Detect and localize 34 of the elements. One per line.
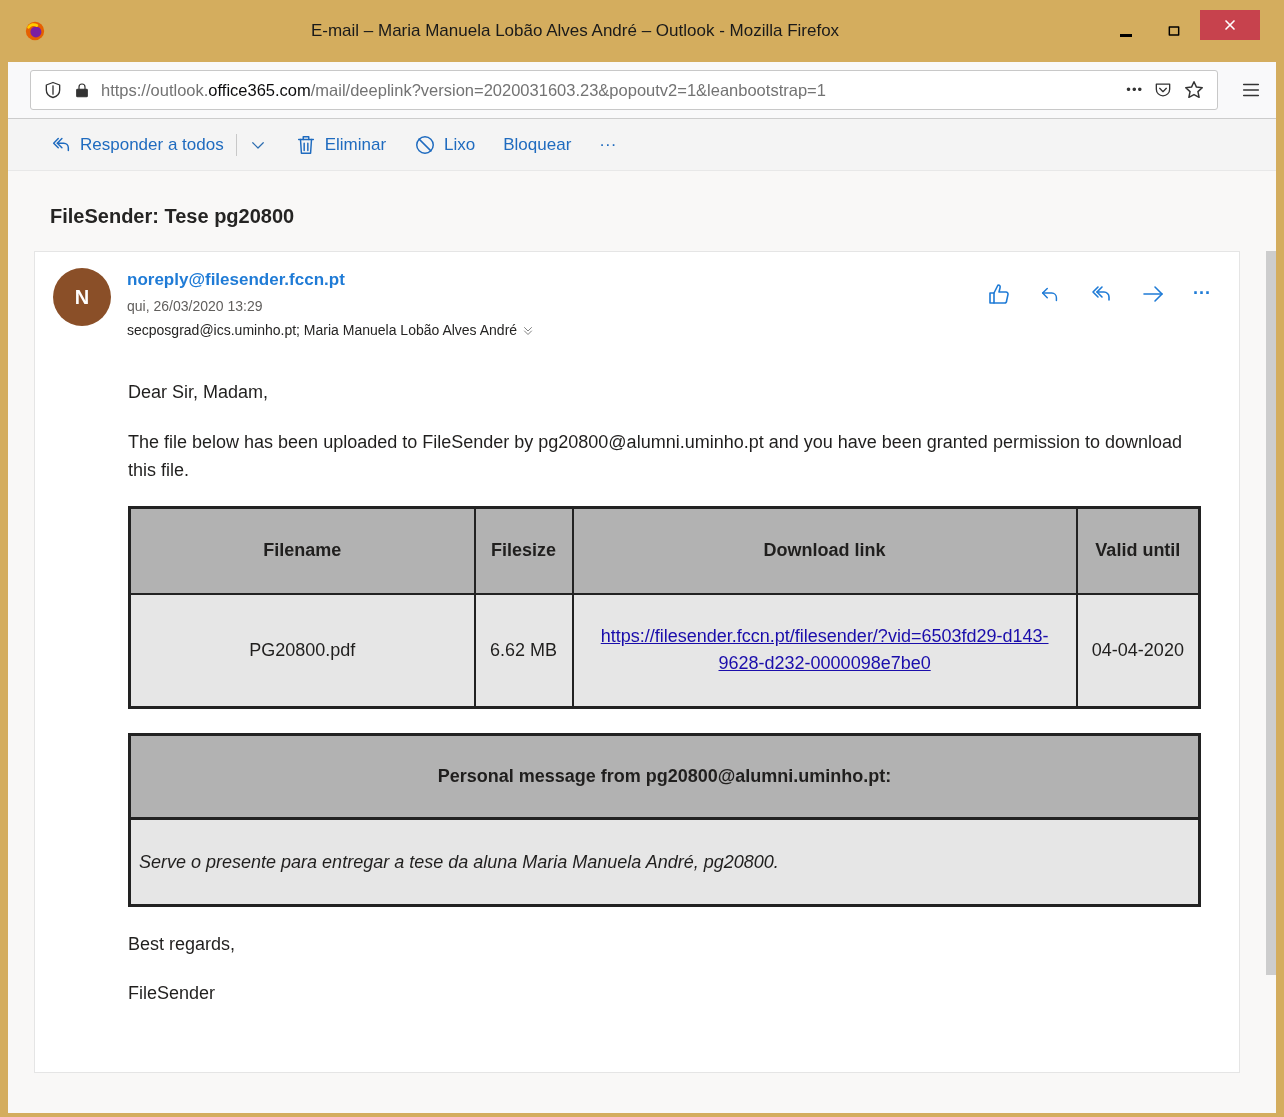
email-subject: FileSender: Tese pg20800 [49,204,296,229]
personal-message-text: Serve o presente para entregar a tese da aluna Maria Manuela André, pg20800. [131,820,1198,904]
closing-text: Best regards, [128,933,237,956]
column-header: Download link [572,507,1077,594]
column-header: Filesize [474,507,573,594]
lock-icon [73,81,91,99]
recipients: secposgrad@ics.uminho.pt; Maria Manuela Lobão Alves André [127,321,518,340]
greeting-text: Dear Sir, Madam, [128,381,270,404]
more-button[interactable]: ··· [1193,280,1211,307]
toolbar-button[interactable]: Lixo [414,131,476,158]
shield-icon [43,80,63,100]
more-button[interactable]: ··· [599,131,617,158]
personal-message-heading: Personal message from pg20800@alumni.uminho.pt: [131,736,1198,820]
sender-avatar: N [53,268,111,326]
address-bar[interactable]: https://outlook.office365.com/mail/deeplink?version=2020031603.23&popoutv2=1&leanbootstrap=1 ••• [30,70,1218,110]
close-icon [1222,17,1238,33]
star-icon[interactable] [1183,79,1205,101]
minimize-icon [1120,33,1132,37]
message-date: qui, 26/03/2020 13:29 [127,297,264,316]
firefox-icon [24,20,46,42]
column-header: Filename [129,507,475,594]
window-title: E-mail – Maria Manuela Lobão Alves André – Outlook - Mozilla Firefox [309,20,841,43]
toolbar-button[interactable]: Responder a todos [50,131,224,158]
toolbar-button[interactable]: Bloquear [503,131,572,158]
maximize-icon [1166,23,1182,39]
block-icon [414,133,437,156]
toolbar-button[interactable]: Eliminar [294,131,387,158]
thumbs-up-icon[interactable] [987,281,1012,306]
page-actions-button[interactable]: ••• [1126,80,1143,100]
sender-link[interactable]: noreply@filesender.fccn.pt [127,268,536,292]
scrollbar[interactable] [1266,251,1276,975]
url-text: https://outlook.office365.com/mail/deeplink?version=2020031603.23&popoutv2=1&leanbootstrap=1 [101,79,827,101]
body-paragraph: The file below has been uploaded to FileSender by pg20800@alumni.uminho.pt and you have been granted permission to download this file. [128,431,1183,482]
signature-text: FileSender [128,982,217,1005]
